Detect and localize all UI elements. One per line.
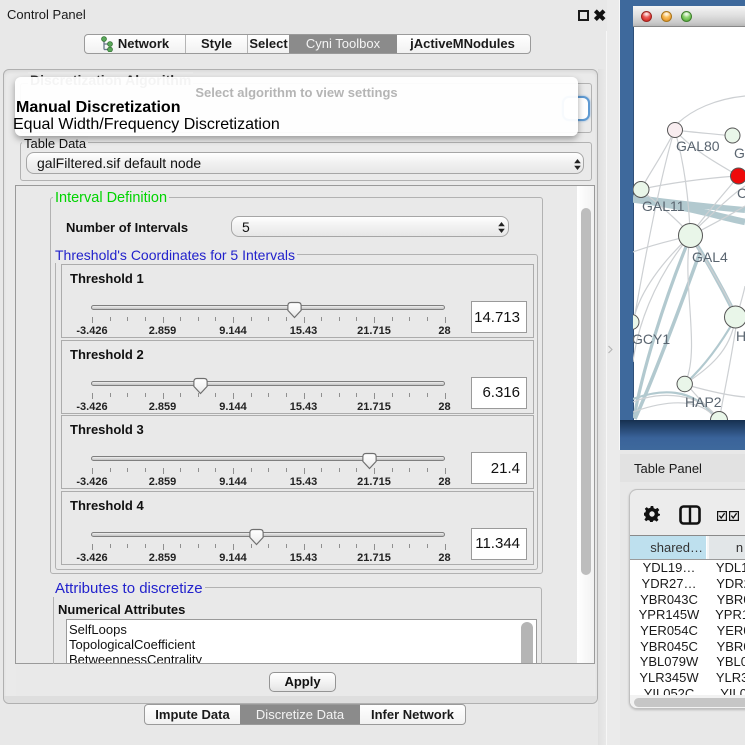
svg-text:H: H: [736, 328, 745, 344]
svg-text:GA: GA: [734, 145, 745, 161]
svg-text:GCY1: GCY1: [633, 331, 670, 347]
svg-text:GAL11: GAL11: [642, 198, 685, 214]
svg-text:HAP2: HAP2: [685, 394, 722, 410]
svg-text:GAL80: GAL80: [676, 138, 720, 154]
svg-text:C: C: [737, 185, 745, 201]
svg-text:GAL4: GAL4: [692, 249, 728, 265]
